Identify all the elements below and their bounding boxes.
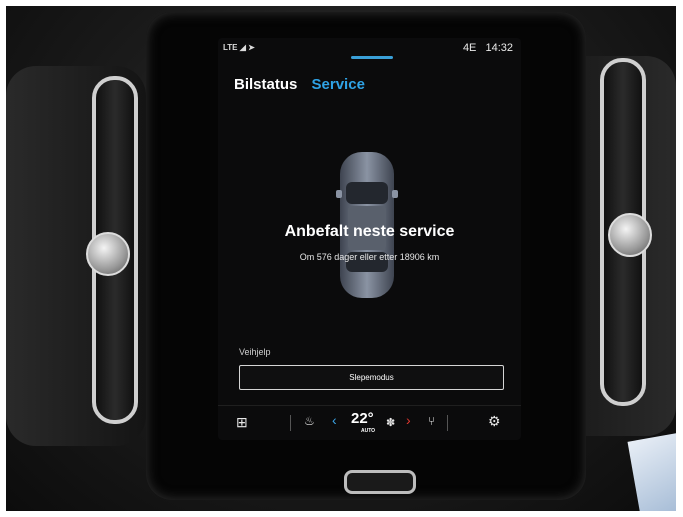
paper-object xyxy=(627,431,676,511)
chevron-right-icon[interactable]: › xyxy=(406,412,411,428)
climate-mode: AUTO xyxy=(361,428,376,434)
right-vent-knob xyxy=(608,213,652,257)
location-icon: ➤ xyxy=(248,43,255,52)
apps-grid-icon[interactable]: ⊞ xyxy=(236,414,248,431)
signal-indicator: LTE ◢ ➤ xyxy=(223,43,255,52)
network-indicator: 4E xyxy=(462,42,477,54)
infotainment-screen: LTE ◢ ➤ 4E 14:32 Bilstatus Service Anbef… xyxy=(218,38,521,440)
climate-bar: ⊞ ♨ ‹ 22° ✽ AUTO › ⑂ ⚙ xyxy=(218,405,521,440)
left-vent-knob xyxy=(86,232,130,276)
home-button[interactable] xyxy=(344,470,416,494)
tab-bar: Bilstatus Service xyxy=(234,76,365,93)
service-headline: Anbefalt neste service xyxy=(284,223,455,240)
top-pull-down-handle[interactable] xyxy=(351,56,393,59)
seat-icon[interactable]: ⑂ xyxy=(428,414,435,428)
signal-icon: ◢ xyxy=(239,43,246,52)
fan-icon[interactable]: ✽ xyxy=(386,416,395,429)
settings-gear-icon[interactable]: ⚙ xyxy=(488,413,501,430)
service-detail: Om 576 dager eller etter 18906 km xyxy=(299,252,440,262)
status-bar: LTE ◢ ➤ 4E 14:32 xyxy=(218,38,521,64)
roadside-section-label: Veihjelp xyxy=(239,347,271,357)
clock: 14:32 xyxy=(485,42,513,54)
temperature-display[interactable]: 22° xyxy=(351,410,374,427)
chevron-left-icon[interactable]: ‹ xyxy=(332,412,337,428)
climate-divider xyxy=(290,415,291,431)
signal-text: LTE xyxy=(223,43,238,52)
seat-heat-icon[interactable]: ♨ xyxy=(304,414,315,428)
status-right: 4E 14:32 xyxy=(457,42,513,54)
tab-bilstatus[interactable]: Bilstatus xyxy=(234,76,297,93)
climate-divider xyxy=(447,415,448,431)
tab-service[interactable]: Service xyxy=(312,76,365,93)
tow-mode-button[interactable]: Slepemodus xyxy=(239,365,504,390)
